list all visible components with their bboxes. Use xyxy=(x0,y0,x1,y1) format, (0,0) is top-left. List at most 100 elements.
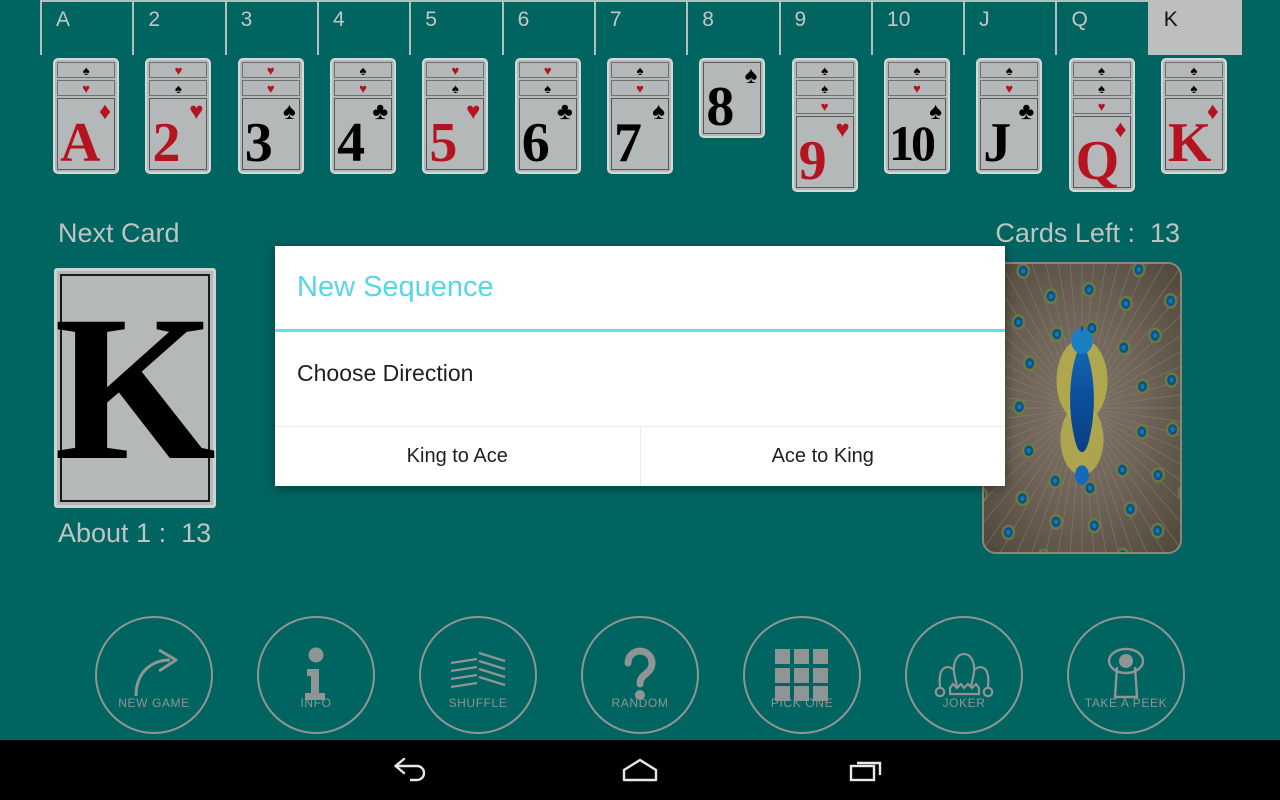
spade-pip-icon: ♠ xyxy=(451,80,459,96)
rank-tab-k[interactable]: K xyxy=(1147,0,1243,55)
tool-button-joker[interactable]: JOKER xyxy=(905,616,1023,734)
card-stack-7[interactable]: ♠ ♥ 7 ♠ xyxy=(607,58,674,174)
heart-pip-icon: ♥ xyxy=(1097,98,1106,114)
spade-pip-icon: ♠ xyxy=(82,62,90,78)
diamond-suit-icon: ♦ xyxy=(1114,116,1127,143)
peacock-card-back[interactable] xyxy=(982,262,1182,554)
club-suit-icon: ♣ xyxy=(372,98,389,125)
spade-suit-icon: ♠ xyxy=(283,98,296,125)
tool-button-label: TAKE A PEEK xyxy=(1084,696,1168,710)
card-stack-5[interactable]: ♥ ♠ 5 ♥ xyxy=(422,58,489,174)
card-stack-k[interactable]: ♠ ♠ K ♦ xyxy=(1160,58,1227,174)
tool-button-take-a-peek[interactable]: TAKE A PEEK xyxy=(1067,616,1185,734)
nav-home-button[interactable] xyxy=(540,740,740,800)
card-stack-a[interactable]: ♠ ♥ A ♦ xyxy=(53,58,120,174)
card-rank: 9 xyxy=(798,130,827,192)
spade-pip-icon: ♠ xyxy=(544,80,552,96)
next-card-display[interactable]: K xyxy=(54,268,216,508)
diamond-suit-icon: ♦ xyxy=(1206,98,1219,125)
tool-button-info[interactable]: INFO xyxy=(257,616,375,734)
face-down-card-slice: ♠ xyxy=(887,62,946,78)
rank-tab-5[interactable]: 5 xyxy=(409,0,504,55)
recents-icon xyxy=(849,761,882,782)
card-stack-2[interactable]: ♥ ♠ 2 ♥ xyxy=(145,58,212,174)
rank-tab-label: 4 xyxy=(332,8,345,31)
card-stack-4[interactable]: ♠ ♥ 4 ♣ xyxy=(330,58,397,174)
heart-pip-icon: ♥ xyxy=(1005,80,1014,96)
card-rank: 3 xyxy=(244,112,273,174)
rank-tab-2[interactable]: 2 xyxy=(132,0,227,55)
rank-tab-3[interactable]: 3 xyxy=(224,0,319,55)
card-stack-8[interactable]: 8 ♠ xyxy=(699,58,766,138)
rank-tab-9[interactable]: 9 xyxy=(778,0,873,55)
heart-pip-icon: ♥ xyxy=(913,80,921,96)
card-stack-cell: ♠ ♠ K ♦ xyxy=(1148,58,1240,186)
dialog-button-ace-to-king[interactable]: Ace to King xyxy=(639,427,1005,486)
nav-recents-button[interactable] xyxy=(768,740,968,800)
face-down-card-slice: ♥ xyxy=(241,62,300,78)
spade-pip-icon: ♠ xyxy=(1190,80,1198,96)
face-down-card-slice: ♠ xyxy=(1164,62,1223,78)
rank-tab-label: K xyxy=(1163,8,1179,31)
spade-pip-icon: ♠ xyxy=(1098,80,1106,96)
rank-tab-label: 7 xyxy=(609,8,622,31)
face-up-card: 2 ♥ xyxy=(149,98,208,174)
tool-button-label: SHUFFLE xyxy=(448,696,508,710)
spade-suit-icon: ♠ xyxy=(929,98,942,125)
rank-tab-10[interactable]: 10 xyxy=(870,0,966,55)
nav-back-button[interactable] xyxy=(312,740,512,800)
face-down-card-slice: ♠ xyxy=(149,80,208,96)
tool-button-random[interactable]: RANDOM xyxy=(581,616,699,734)
tool-button-pick-one[interactable]: PICK ONE xyxy=(743,616,861,734)
rank-tab-7[interactable]: 7 xyxy=(593,0,689,55)
next-card-label: Next Card xyxy=(58,218,180,248)
home-icon xyxy=(622,758,658,782)
face-down-card-slice: ♠ xyxy=(795,80,854,96)
face-up-card: 9 ♥ xyxy=(795,116,854,192)
face-down-card-slice: ♠ xyxy=(611,62,670,78)
tool-button-new-game[interactable]: NEW GAME xyxy=(95,616,213,734)
card-rank: 6 xyxy=(521,112,550,174)
face-down-card-slice: ♠ xyxy=(57,62,116,78)
dialog-button-king-to-ace[interactable]: King to Ace xyxy=(275,427,640,486)
heart-pip-icon: ♥ xyxy=(174,62,183,78)
card-stack-q[interactable]: ♠ ♠ ♥ Q ♦ xyxy=(1068,58,1135,192)
card-stack-3[interactable]: ♥ ♥ 3 ♠ xyxy=(237,58,304,174)
rank-tab-q[interactable]: Q xyxy=(1055,0,1150,55)
card-rank: 2 xyxy=(152,112,181,174)
rank-tab-j[interactable]: J xyxy=(963,0,1058,55)
club-suit-icon: ♣ xyxy=(1018,98,1035,125)
face-down-card-slice: ♠ xyxy=(980,62,1039,78)
rank-tab-label: Q xyxy=(1071,8,1089,31)
tool-button-shuffle[interactable]: SHUFFLE xyxy=(419,616,537,734)
face-down-card-slice: ♠ xyxy=(426,80,485,96)
face-up-card: 3 ♠ xyxy=(241,98,300,174)
spade-pip-icon: ♠ xyxy=(821,62,829,78)
rank-tab-8[interactable]: 8 xyxy=(686,0,781,55)
face-down-card-slice: ♥ xyxy=(57,80,116,96)
card-stack-cell: ♥ ♥ 3 ♠ xyxy=(225,58,317,186)
rank-tab-6[interactable]: 6 xyxy=(501,0,596,55)
face-up-card: Q ♦ xyxy=(1072,116,1131,189)
card-stack-6[interactable]: ♥ ♠ 6 ♣ xyxy=(514,58,581,174)
rank-tab-4[interactable]: 4 xyxy=(316,0,412,55)
rank-tab-label: A xyxy=(56,8,71,31)
face-up-card: 5 ♥ xyxy=(426,98,485,171)
card-stack-10[interactable]: ♠ ♥ 10 ♠ xyxy=(883,58,950,174)
face-down-card-slice: ♥ xyxy=(1072,98,1131,114)
card-rank: K xyxy=(1167,112,1212,174)
card-rank: 4 xyxy=(337,112,366,174)
tool-button-label: NEW GAME xyxy=(118,696,190,710)
card-stack-j[interactable]: ♠ ♥ J ♣ xyxy=(976,58,1043,174)
rank-tab-strip: A 2 3 4 5 6 7 8 9 10 J Q K xyxy=(0,0,1280,55)
card-stack-9[interactable]: ♠ ♠ ♥ 9 ♥ xyxy=(791,58,858,192)
card-stack-cell: ♠ ♥ A ♦ xyxy=(40,58,132,186)
card-rank: J xyxy=(983,112,1012,174)
face-up-card: A ♦ xyxy=(57,98,116,171)
heart-pip-icon: ♥ xyxy=(266,80,275,96)
rank-tab-a[interactable]: A xyxy=(40,0,135,55)
diamond-suit-icon: ♦ xyxy=(98,98,112,125)
face-up-card: 4 ♣ xyxy=(334,98,393,174)
card-stack-cell: ♥ ♠ 2 ♥ xyxy=(132,58,224,186)
spade-pip-icon: ♠ xyxy=(1190,62,1198,78)
